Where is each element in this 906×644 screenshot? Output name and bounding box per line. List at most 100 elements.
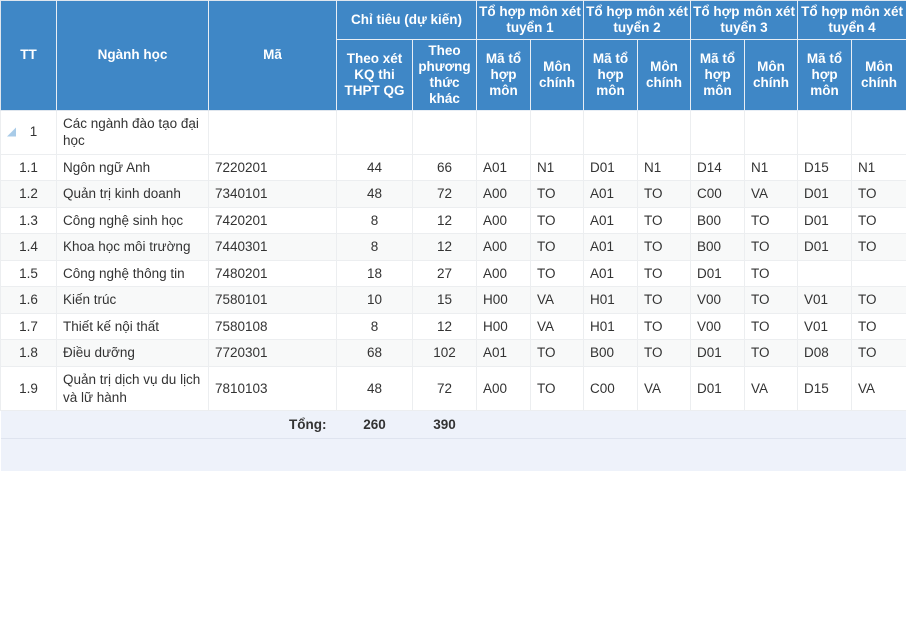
row-combo2-code: A01 <box>583 207 639 235</box>
row-combo1-code: H00 <box>476 286 531 314</box>
header-major-code[interactable]: Mã <box>208 0 337 111</box>
row-major-code: 7420201 <box>208 207 337 235</box>
row-combo4-code: D15 <box>797 366 853 412</box>
group-row-combo2-code <box>583 110 639 155</box>
row-combo1-subject: TO <box>530 233 585 261</box>
row-combo4-code <box>797 260 853 288</box>
row-combo4-code: D08 <box>797 339 853 367</box>
row-major-name: Thiết kế nội thất <box>56 313 209 341</box>
row-combo1-subject: N1 <box>530 154 585 182</box>
header-quota-group: Chỉ tiêu (dự kiến) <box>336 0 477 40</box>
row-combo4-code: D01 <box>797 233 853 261</box>
table-row[interactable]: 1.5 Công nghệ thông tin 7480201 18 27 A00 TO A0… <box>0 260 906 288</box>
row-combo1-code: A01 <box>476 339 531 367</box>
header-combo4-code[interactable]: Mã tổ hợp môn <box>797 38 853 111</box>
table-row[interactable]: 1.2 Quản trị kinh doanh 7340101 48 72 A00 TO A0… <box>0 180 906 208</box>
row-combo1-subject: TO <box>530 260 585 288</box>
row-quota-thpt: 8 <box>336 313 413 341</box>
row-quota-thpt: 48 <box>336 180 413 208</box>
row-combo1-subject: TO <box>530 180 585 208</box>
header-combo2-subject[interactable]: Môn chính <box>637 38 692 111</box>
row-tt: 1.6 <box>0 286 57 314</box>
header-combo1-subject[interactable]: Môn chính <box>530 38 585 111</box>
table-row[interactable]: 1.1 Ngôn ngữ Anh 7220201 44 66 A01 N1 D01 N1 D14 N… <box>0 154 906 182</box>
header-combo3-subject[interactable]: Môn chính <box>744 38 799 111</box>
row-combo2-subject: N1 <box>637 154 692 182</box>
group-row-combo4-code <box>797 110 853 155</box>
group-row-tt-label: 1 <box>29 124 38 140</box>
table-row[interactable]: 1.4 Khoa học môi trường 7440301 8 12 A00 TO A01… <box>0 233 906 261</box>
header-combo2-code[interactable]: Mã tổ hợp môn <box>583 38 639 111</box>
row-combo1-code: H00 <box>476 313 531 341</box>
header-combo3-code[interactable]: Mã tổ hợp môn <box>690 38 746 111</box>
header-combo-group-2: Tổ hợp môn xét tuyển 2 <box>583 0 692 40</box>
row-combo4-subject: TO <box>851 286 906 314</box>
row-combo2-code: A01 <box>583 180 639 208</box>
row-combo2-subject: TO <box>637 313 692 341</box>
row-combo2-subject: TO <box>637 339 692 367</box>
header-tt[interactable]: TT <box>0 0 57 111</box>
row-combo4-code: V01 <box>797 286 853 314</box>
row-major-name: Công nghệ thông tin <box>56 260 209 288</box>
table-row[interactable]: 1.9 Quản trị dịch vụ du lịch và lữ hành 78… <box>0 366 906 412</box>
row-tt: 1.3 <box>0 207 57 235</box>
row-quota-thpt: 18 <box>336 260 413 288</box>
row-combo4-code: D01 <box>797 180 853 208</box>
table-row[interactable]: 1.6 Kiến trúc 7580101 10 15 H00 VA H01 TO V00 TO V0… <box>0 286 906 314</box>
row-combo1-code: A00 <box>476 260 531 288</box>
row-combo2-code: A01 <box>583 233 639 261</box>
footer-spacer-cell <box>0 438 906 471</box>
group-row-combo4-subject <box>851 110 906 155</box>
admission-table-container: TT Ngành học Mã Chỉ tiêu (dự kiến) Tổ hợ… <box>0 0 906 644</box>
header-combo-group-3: Tổ hợp môn xét tuyển 3 <box>690 0 799 40</box>
row-combo1-subject: VA <box>530 286 585 314</box>
header-combo4-subject[interactable]: Môn chính <box>851 38 906 111</box>
row-major-code: 7220201 <box>208 154 337 182</box>
row-combo4-subject: TO <box>851 313 906 341</box>
row-combo1-code: A01 <box>476 154 531 182</box>
header-combo-group-1: Tổ hợp môn xét tuyển 1 <box>476 0 585 40</box>
row-combo2-code: H01 <box>583 313 639 341</box>
row-major-code: 7440301 <box>208 233 337 261</box>
row-combo3-subject: TO <box>744 233 799 261</box>
row-quota-thpt: 68 <box>336 339 413 367</box>
row-major-name: Công nghệ sinh học <box>56 207 209 235</box>
row-quota-thpt: 44 <box>336 154 413 182</box>
row-combo4-subject: TO <box>851 180 906 208</box>
group-row-combo3-code <box>690 110 746 155</box>
table-row[interactable]: 1.8 Điều dưỡng 7720301 68 102 A01 TO B00 TO D01 TO… <box>0 339 906 367</box>
group-row-thpt <box>336 110 413 155</box>
row-combo3-subject: TO <box>744 313 799 341</box>
row-quota-other: 72 <box>412 180 477 208</box>
row-tt: 1.1 <box>0 154 57 182</box>
header-combo1-code[interactable]: Mã tổ hợp môn <box>476 38 531 111</box>
row-combo1-subject: TO <box>530 339 585 367</box>
row-combo3-subject: TO <box>744 260 799 288</box>
table-row-group[interactable]: 1 Các ngành đào tạo đại học <box>0 110 906 155</box>
table-row[interactable]: 1.3 Công nghệ sinh học 7420201 8 12 A00 TO A01 T… <box>0 207 906 235</box>
collapse-triangle-icon[interactable] <box>7 127 16 137</box>
group-row-label: Các ngành đào tạo đại học <box>56 110 209 155</box>
row-major-code: 7810103 <box>208 366 337 412</box>
table-header: TT Ngành học Mã Chỉ tiêu (dự kiến) Tổ hợ… <box>0 0 906 111</box>
row-quota-thpt: 8 <box>336 207 413 235</box>
row-combo1-code: A00 <box>476 233 531 261</box>
row-combo2-subject: TO <box>637 207 692 235</box>
header-quota-other[interactable]: Theo phương thức khác <box>412 38 477 111</box>
row-major-code: 7720301 <box>208 339 337 367</box>
group-row-tt[interactable]: 1 <box>0 110 57 155</box>
table-row[interactable]: 1.7 Thiết kế nội thất 7580108 8 12 H00 VA H01 TO… <box>0 313 906 341</box>
header-major-name[interactable]: Ngành học <box>56 0 209 111</box>
row-combo2-code: D01 <box>583 154 639 182</box>
row-combo2-subject: TO <box>637 286 692 314</box>
header-quota-thpt[interactable]: Theo xét KQ thi THPT QG <box>336 38 413 111</box>
row-major-name: Quản trị dịch vụ du lịch và lữ hành <box>56 366 209 412</box>
row-quota-other: 12 <box>412 313 477 341</box>
row-major-code: 7340101 <box>208 180 337 208</box>
row-major-name: Điều dưỡng <box>56 339 209 367</box>
row-combo1-subject: VA <box>530 313 585 341</box>
row-combo4-subject <box>851 260 906 288</box>
row-combo4-subject: TO <box>851 207 906 235</box>
row-quota-other: 66 <box>412 154 477 182</box>
row-quota-other: 12 <box>412 233 477 261</box>
